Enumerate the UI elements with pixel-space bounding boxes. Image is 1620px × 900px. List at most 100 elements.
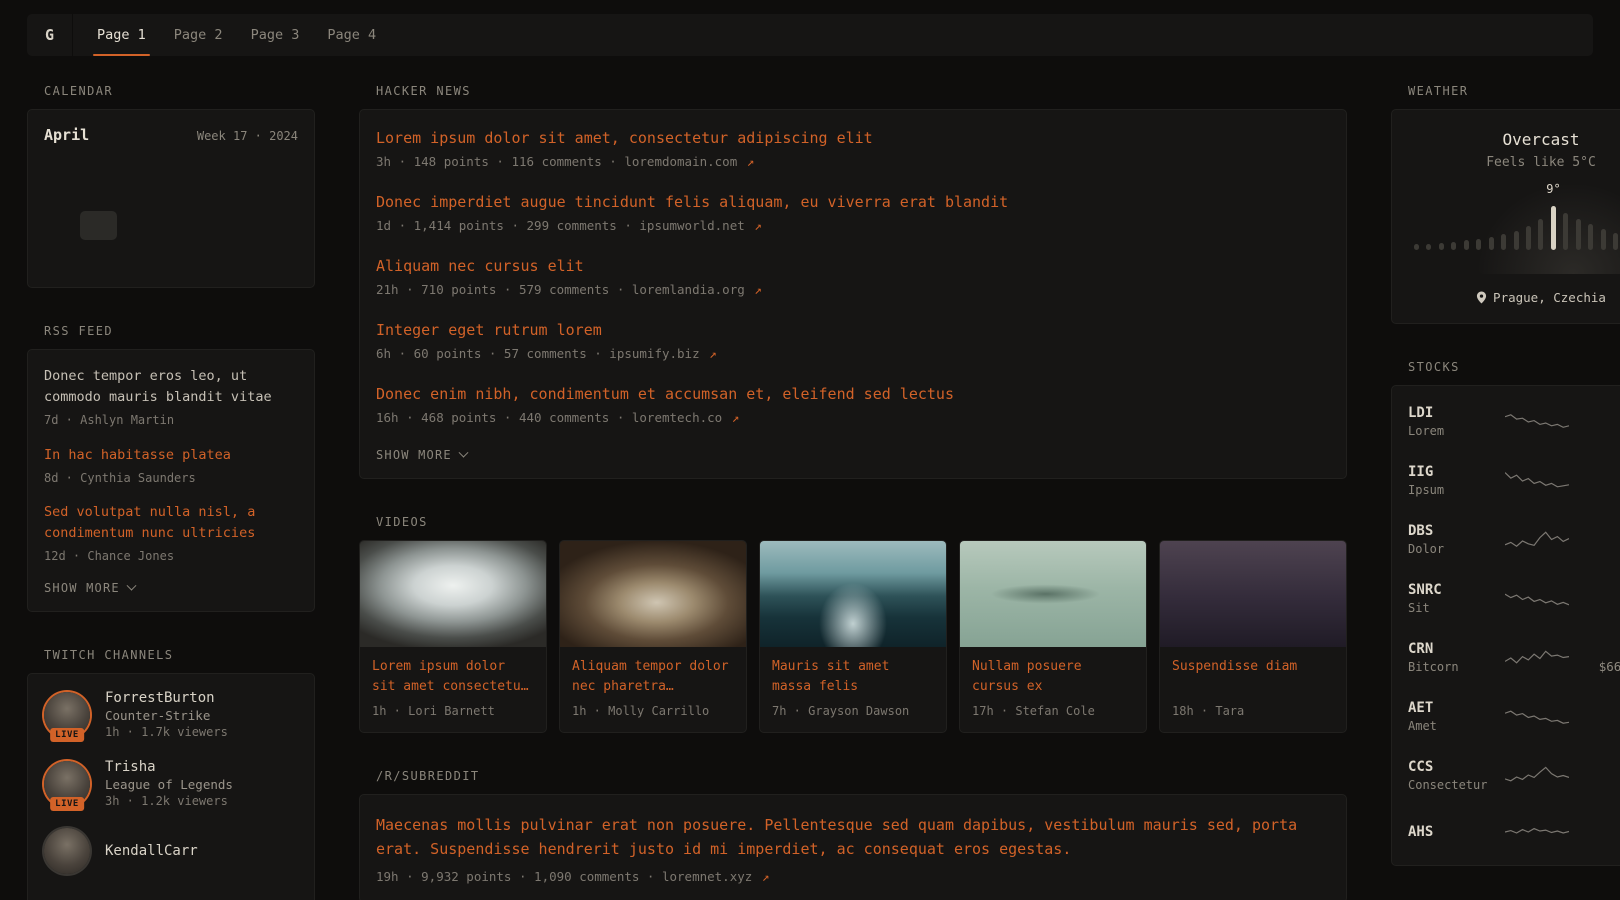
live-badge: LIVE <box>50 797 84 811</box>
video-thumbnail <box>360 541 546 647</box>
weather-feels-like: Feels like 5°C <box>1410 155 1620 170</box>
hn-item-meta: 21h · 710 points · 579 comments · loreml… <box>376 282 1330 297</box>
twitch-avatar-wrap: LIVE <box>44 761 90 807</box>
stock-sparkline <box>1505 644 1569 672</box>
middle-column: HACKER NEWS Lorem ipsum dolor sit amet, … <box>359 84 1347 900</box>
rss-show-more-label: SHOW MORE <box>44 581 120 595</box>
calendar-day <box>80 211 116 240</box>
weather-bar <box>1414 244 1419 250</box>
stock-row[interactable]: CRN Bitcorn -1.00% $66,171.48 <box>1408 628 1620 687</box>
calendar-daynames <box>44 158 298 180</box>
calendar-day <box>44 211 80 240</box>
video-thumbnail <box>960 541 1146 647</box>
hackernews-list: Lorem ipsum dolor sit amet, consectetur … <box>376 128 1330 425</box>
videos-widget: VIDEOS Lorem ipsum dolor sit amet consec… <box>359 515 1347 733</box>
rss-item[interactable]: In hac habitasse platea 8d · Cynthia Sau… <box>44 445 298 487</box>
video-card[interactable]: Nullam posuere cursus ex 17h · Stefan Co… <box>959 540 1147 733</box>
stock-row[interactable]: AHS +0.46% <box>1408 805 1620 859</box>
twitch-channel-name[interactable]: KendallCarr <box>105 843 198 859</box>
video-meta: 7h · Grayson Dawson <box>772 703 934 720</box>
stock-right: +1.36% $148.64 <box>1582 582 1620 615</box>
video-info: Nullam posuere cursus ex 17h · Stefan Co… <box>960 647 1146 732</box>
twitch-channel-name[interactable]: Trisha <box>105 759 233 775</box>
video-card[interactable]: Suspendisse diam 18h · Tara <box>1159 540 1347 733</box>
stock-row[interactable]: LDI Lorem +4.35% $795.18 <box>1408 392 1620 451</box>
stock-row[interactable]: IIG Ipsum +2.84% $42.04 <box>1408 451 1620 510</box>
calendar-card: April Week 17 · 2024 <box>27 109 315 288</box>
rss-item-title[interactable]: Donec tempor eros leo, ut commodo mauris… <box>44 366 298 408</box>
rss-item-title[interactable]: Sed volutpat nulla nisl, a condimentum n… <box>44 502 298 544</box>
stock-row[interactable]: CCS Consectetur +0.51% $165.84 <box>1408 746 1620 805</box>
hn-item-title[interactable]: Integer eget rutrum lorem <box>376 320 1330 341</box>
weather-widget-header: WEATHER <box>1408 84 1620 98</box>
page-tab[interactable]: Page 1 <box>83 14 160 56</box>
calendar-day <box>80 242 116 271</box>
external-link-icon: ↗ <box>754 218 762 233</box>
stock-right: +4.35% $795.18 <box>1582 405 1620 438</box>
twitch-channel-row[interactable]: LIVE Trisha League of Legends 3h · 1.2k … <box>44 759 298 808</box>
hn-item-title[interactable]: Lorem ipsum dolor sit amet, consectetur … <box>376 128 1330 149</box>
video-info: Mauris sit amet massa felis 7h · Grayson… <box>760 647 946 732</box>
stock-change: +0.92% <box>1582 700 1620 715</box>
video-title[interactable]: Aliquam tempor dolor nec pharetra… <box>572 657 734 697</box>
calendar-day <box>117 242 153 271</box>
stock-change: +1.42% <box>1582 523 1620 538</box>
calendar-dayname <box>225 158 261 180</box>
chevron-down-icon <box>458 447 468 457</box>
hn-item: Lorem ipsum dolor sit amet, consectetur … <box>376 128 1330 169</box>
subreddit-post-title[interactable]: Maecenas mollis pulvinar erat non posuer… <box>376 813 1330 861</box>
dashboard-page: G Page 1Page 2 Page 3 Page 4 CALENDAR Apri… <box>0 0 1620 900</box>
stock-row[interactable]: SNRC Sit +1.36% $148.64 <box>1408 569 1620 628</box>
weather-widget: WEATHER Overcast Feels like 5°C 9° Pragu… <box>1391 84 1620 324</box>
rss-item[interactable]: Donec tempor eros leo, ut commodo mauris… <box>44 366 298 429</box>
stock-row[interactable]: AET Amet +0.92% $499.72 <box>1408 687 1620 746</box>
stock-row[interactable]: DBS Dolor +1.42% $156.28 <box>1408 510 1620 569</box>
hn-item-title[interactable]: Donec imperdiet augue tincidunt felis al… <box>376 192 1330 213</box>
video-title[interactable]: Nullam posuere cursus ex <box>972 657 1134 697</box>
video-card[interactable]: Mauris sit amet massa felis 7h · Grayson… <box>759 540 947 733</box>
page-tab[interactable]: Page 3 <box>237 14 314 56</box>
video-title[interactable]: Lorem ipsum dolor sit amet consectetu… <box>372 657 534 697</box>
page-tab[interactable]: Page 4 <box>313 14 390 56</box>
twitch-channel-name[interactable]: ForrestBurton <box>105 690 228 706</box>
app-logo[interactable]: G <box>27 14 73 56</box>
stock-sparkline <box>1505 408 1569 436</box>
stock-price: $795.18 <box>1582 423 1620 438</box>
stock-symbol: CRN <box>1408 641 1492 657</box>
stock-change: +0.46% <box>1582 825 1620 840</box>
stock-symbol: CCS <box>1408 759 1492 775</box>
avatar <box>44 828 90 874</box>
calendar-day <box>225 211 261 240</box>
rss-show-more-button[interactable]: SHOW MORE <box>44 581 298 595</box>
page-tab-label: Page 3 <box>251 27 300 43</box>
stocks-card: LDI Lorem +4.35% $795.18 IIG Ipsum +2.84… <box>1391 385 1620 866</box>
hn-item-meta-text: 16h · 468 points · 440 comments · loremt… <box>376 410 722 425</box>
stock-symbol: AET <box>1408 700 1492 716</box>
twitch-channel-row[interactable]: LIVE ForrestBurton Counter-Strike 1h · 1… <box>44 690 298 739</box>
calendar-week-label: Week 17 · 2024 <box>197 129 298 143</box>
hn-item-title[interactable]: Donec enim nibh, condimentum et accumsan… <box>376 384 1330 405</box>
calendar-day <box>153 242 189 271</box>
video-meta: 18h · Tara <box>1172 703 1334 720</box>
hn-item-meta-text: 6h · 60 points · 57 comments · ipsumify.… <box>376 346 700 361</box>
calendar-day <box>189 242 225 271</box>
video-meta: 1h · Lori Barnett <box>372 703 534 720</box>
hn-item-meta: 1d · 1,414 points · 299 comments · ipsum… <box>376 218 1330 233</box>
calendar-widget-header: CALENDAR <box>44 84 315 98</box>
rss-item[interactable]: Sed volutpat nulla nisl, a condimentum n… <box>44 502 298 565</box>
video-card[interactable]: Aliquam tempor dolor nec pharetra… 1h · … <box>559 540 747 733</box>
stock-price: $499.72 <box>1582 718 1620 733</box>
video-title[interactable]: Suspendisse diam <box>1172 657 1334 697</box>
stock-name: Ipsum <box>1408 483 1492 497</box>
hackernews-show-more-button[interactable]: SHOW MORE <box>376 448 1330 462</box>
page-tab[interactable]: Page 2 <box>160 14 237 56</box>
hn-item-title[interactable]: Aliquam nec cursus elit <box>376 256 1330 277</box>
stock-right: +0.46% <box>1582 825 1620 840</box>
twitch-channel-row[interactable]: KendallCarr <box>44 828 298 874</box>
video-title[interactable]: Mauris sit amet massa felis <box>772 657 934 697</box>
rss-item-title[interactable]: In hac habitasse platea <box>44 445 298 466</box>
stock-change: +1.36% <box>1582 582 1620 597</box>
video-card[interactable]: Lorem ipsum dolor sit amet consectetu… 1… <box>359 540 547 733</box>
live-badge: LIVE <box>50 728 84 742</box>
calendar-day <box>80 180 116 209</box>
